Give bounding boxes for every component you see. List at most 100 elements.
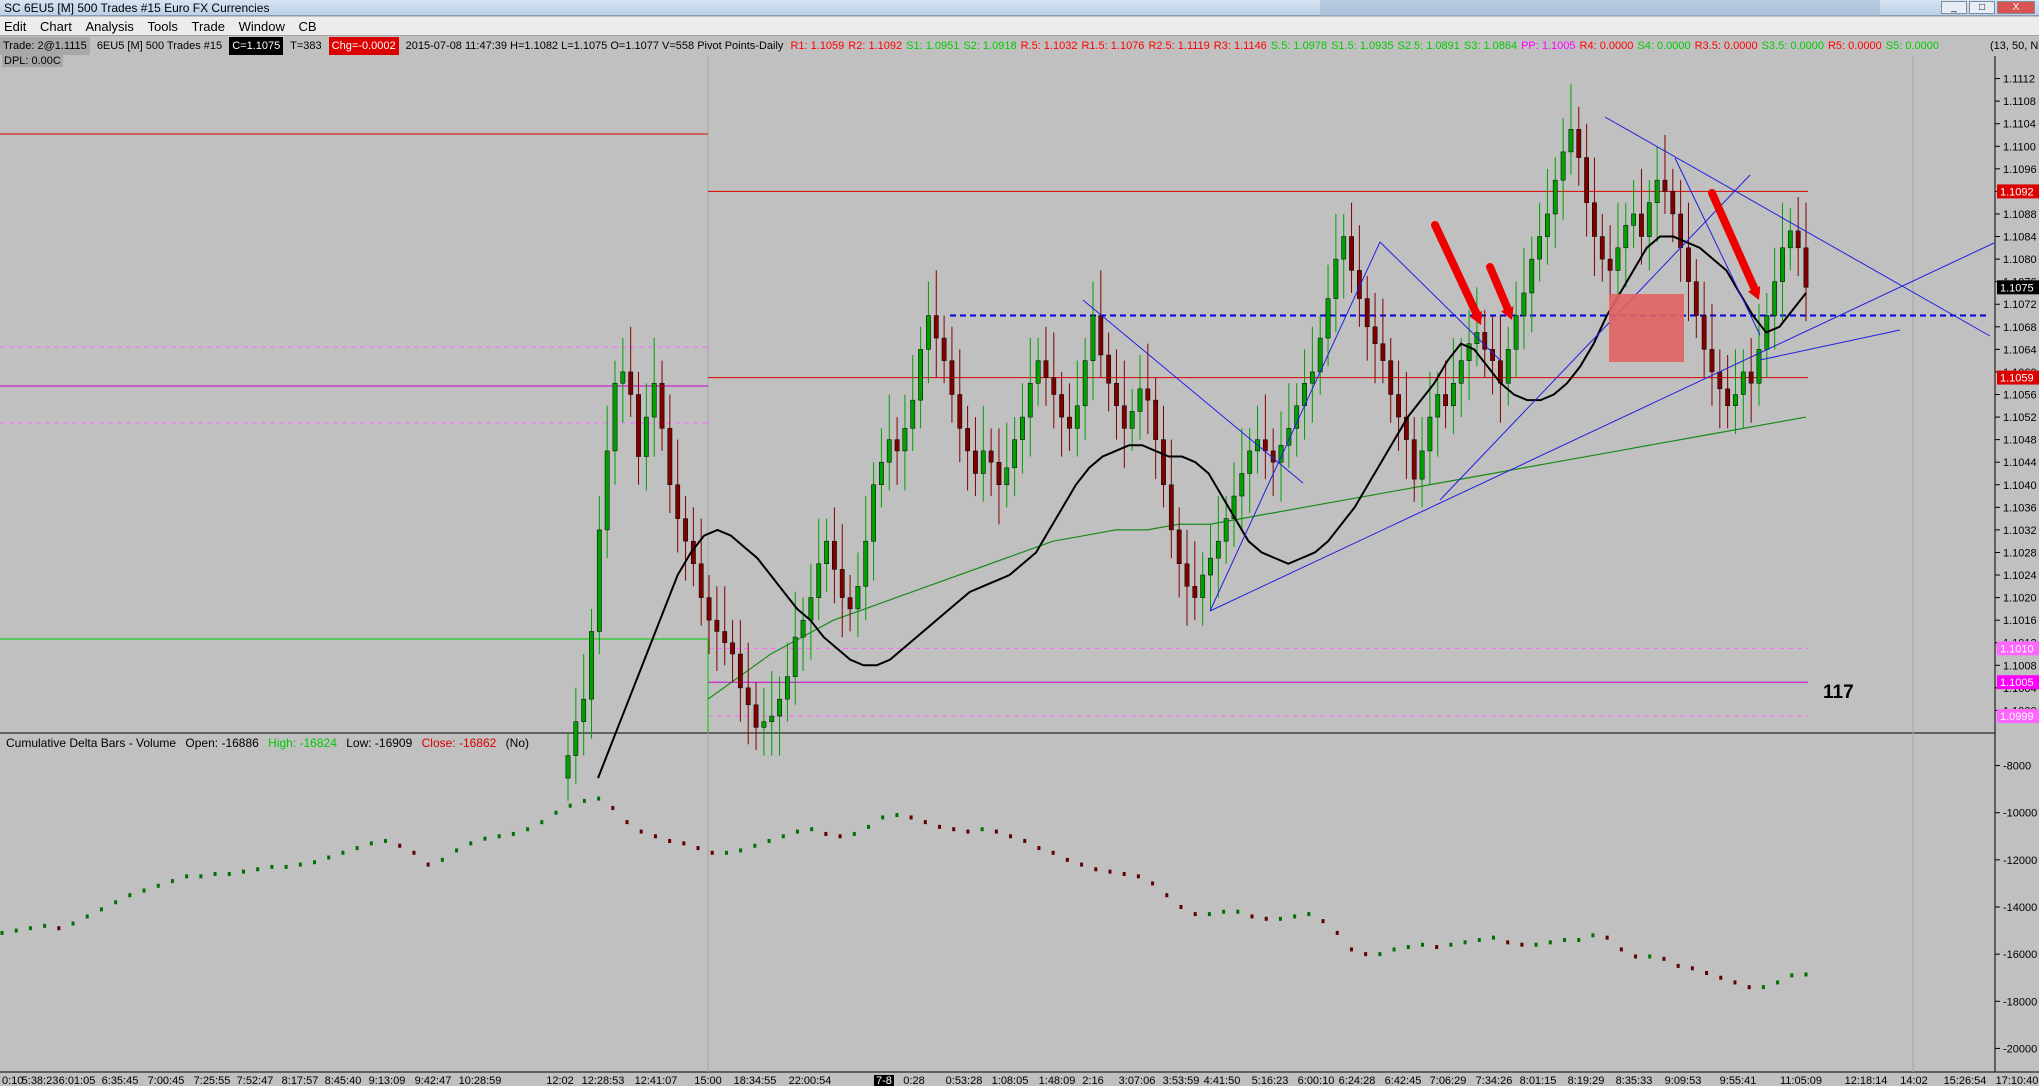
candle-body bbox=[886, 439, 892, 463]
candle-body bbox=[612, 382, 618, 452]
trend-line bbox=[1674, 157, 1761, 336]
candle-body bbox=[636, 394, 641, 457]
candle-body bbox=[675, 484, 681, 519]
price-tick-label: 1.1036 bbox=[2003, 502, 2037, 514]
candle-body bbox=[1733, 394, 1738, 407]
candle-body bbox=[1153, 399, 1159, 440]
candle-body bbox=[910, 399, 916, 429]
candle-body bbox=[996, 461, 1002, 486]
delta-bar bbox=[85, 914, 89, 919]
delta-bar bbox=[1108, 869, 1112, 874]
candle-body bbox=[1200, 574, 1206, 598]
delta-tick-label: -10000 bbox=[2003, 808, 2037, 820]
price-tag-label: 1.0999 bbox=[2000, 711, 2034, 723]
delta-bar bbox=[938, 824, 942, 829]
delta-bar bbox=[43, 923, 47, 928]
delta-bar bbox=[1364, 952, 1368, 957]
candle-body bbox=[1568, 129, 1574, 153]
time-tick-label: 10:28:59 bbox=[459, 1075, 502, 1086]
candle-body bbox=[855, 586, 861, 610]
candle-body bbox=[589, 631, 594, 700]
delta-bar bbox=[14, 928, 18, 933]
candle-body bbox=[1004, 467, 1010, 486]
delta-bar bbox=[1278, 916, 1282, 921]
candle-body bbox=[737, 653, 743, 689]
delta-bar bbox=[398, 843, 402, 848]
candle-body bbox=[902, 428, 908, 452]
candle-body bbox=[1262, 439, 1268, 452]
delta-bar bbox=[497, 834, 501, 839]
time-tick-label: 9:42:47 bbox=[415, 1075, 452, 1086]
candle-body bbox=[1051, 377, 1057, 395]
delta-tick-label: -8000 bbox=[2003, 761, 2031, 773]
delta-bar bbox=[170, 879, 174, 884]
delta-bar bbox=[1520, 942, 1524, 947]
delta-bar bbox=[1463, 940, 1467, 945]
price-tag-label: 1.1005 bbox=[2000, 677, 2034, 689]
candle-body bbox=[1725, 388, 1731, 407]
price-tag-label: 1.1010 bbox=[2000, 643, 2034, 655]
candle-body bbox=[1012, 439, 1018, 469]
delta-bar bbox=[923, 820, 927, 825]
time-tick-label: 8:17:57 bbox=[282, 1075, 319, 1086]
delta-bar bbox=[966, 829, 970, 834]
time-tick-label: 6:00:10 bbox=[1298, 1075, 1335, 1086]
time-tick-label: 12:41:07 bbox=[635, 1075, 678, 1086]
delta-bar bbox=[1705, 971, 1709, 975]
candle-body bbox=[1059, 394, 1065, 418]
candle-body bbox=[1599, 236, 1605, 260]
time-tick-label: 18:34:55 bbox=[734, 1075, 777, 1086]
time-tick-label: 6:24:28 bbox=[1339, 1075, 1376, 1086]
candle-body bbox=[698, 563, 704, 598]
candle-body bbox=[1208, 557, 1213, 576]
subchart-close: Close: -16862 bbox=[421, 736, 497, 750]
subchart-low: Low: -16909 bbox=[346, 736, 413, 750]
delta-bar bbox=[57, 926, 61, 931]
delta-bar bbox=[99, 907, 103, 912]
candle-body bbox=[628, 371, 634, 395]
candle-body bbox=[620, 371, 626, 384]
delta-bar bbox=[1222, 909, 1226, 914]
candle-body bbox=[1513, 315, 1519, 350]
delta-bar bbox=[1179, 905, 1183, 909]
time-tick-label: 9:13:09 bbox=[369, 1075, 406, 1086]
delta-bar bbox=[895, 813, 899, 818]
delta-bar bbox=[1591, 933, 1595, 938]
candle-body bbox=[1215, 540, 1221, 559]
candle-body bbox=[879, 461, 884, 486]
candle-body bbox=[1787, 230, 1793, 249]
delta-bar bbox=[1790, 973, 1794, 978]
bar-countdown: 117 bbox=[1823, 682, 1854, 703]
candle-body bbox=[1333, 258, 1339, 299]
candle-body bbox=[1537, 236, 1542, 260]
delta-bar bbox=[1080, 862, 1084, 867]
delta-bar bbox=[1023, 839, 1027, 843]
time-tick-label: 1:48:09 bbox=[1039, 1075, 1076, 1086]
delta-bar bbox=[1193, 912, 1197, 917]
candle-body bbox=[1803, 247, 1809, 288]
time-tick-label: 8:35:33 bbox=[1616, 1075, 1653, 1086]
candle-body bbox=[918, 349, 923, 401]
candle-body bbox=[1717, 371, 1723, 390]
time-tick-label: 2:16 bbox=[1082, 1075, 1103, 1086]
delta-bar bbox=[1009, 834, 1013, 839]
chart-canvas[interactable]: 1.1112 1.1108 1.1104 1.1100 1.1096 1.1092 1.10… bbox=[0, 0, 2039, 1086]
time-tick-label: 22:00:54 bbox=[789, 1075, 832, 1086]
subchart-title: Cumulative Delta Bars - Volume bbox=[6, 736, 177, 750]
candle-body bbox=[1388, 360, 1394, 395]
supply-zone-box bbox=[1609, 294, 1684, 362]
candle-body bbox=[1427, 416, 1433, 452]
candle-body bbox=[988, 450, 994, 463]
delta-bar bbox=[526, 827, 530, 832]
time-tick-label: 12:28:53 bbox=[582, 1075, 625, 1086]
delta-bar bbox=[952, 827, 956, 832]
price-tag-label: 1.1059 bbox=[2000, 373, 2034, 385]
time-tick-label: 5:16:23 bbox=[1252, 1075, 1289, 1086]
candle-body bbox=[1341, 236, 1347, 260]
candle-body bbox=[753, 704, 759, 728]
candle-body bbox=[706, 597, 712, 621]
time-tick-label: 6:35:45 bbox=[102, 1075, 139, 1086]
subchart-flag: (No) bbox=[505, 736, 530, 750]
candle-body bbox=[1106, 354, 1112, 384]
candle-body bbox=[1192, 586, 1198, 598]
